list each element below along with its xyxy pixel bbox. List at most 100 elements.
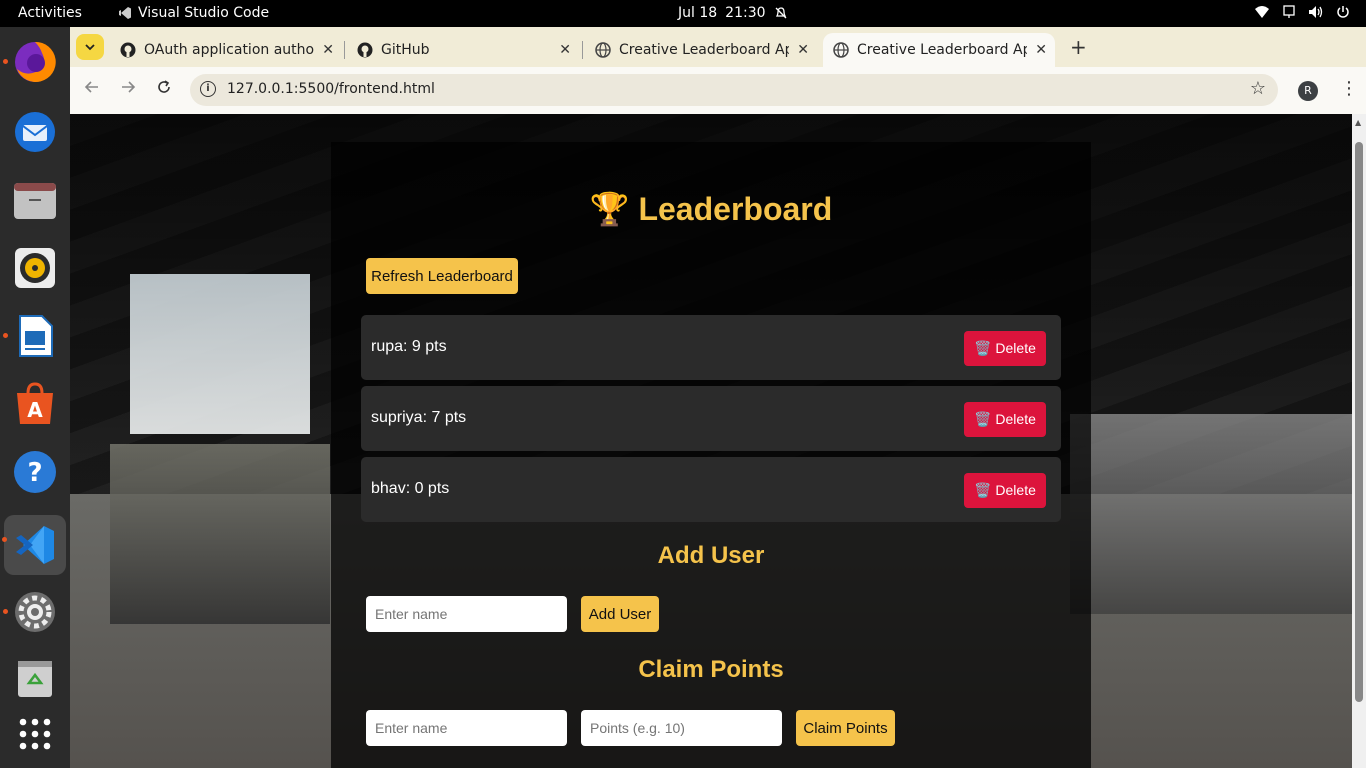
dock-help[interactable]: ? — [10, 447, 60, 497]
reload-button[interactable] — [156, 79, 172, 100]
running-indicator — [3, 59, 8, 64]
page-scrollbar[interactable]: ▲ — [1352, 114, 1366, 768]
close-tab-icon[interactable]: ✕ — [797, 42, 809, 58]
tab-oauth[interactable]: OAuth application autho ✕ — [110, 33, 342, 67]
firefox-icon — [15, 41, 56, 82]
browser-tab-bar: OAuth application autho ✕ GitHub ✕ Creat… — [70, 27, 1366, 67]
activities-button[interactable]: Activities — [18, 5, 82, 21]
claim-name-input[interactable] — [366, 710, 567, 746]
app-grid-icon — [19, 718, 51, 750]
add-user-button[interactable]: Add User — [581, 596, 659, 632]
power-icon — [1337, 6, 1349, 18]
globe-icon — [833, 42, 849, 58]
running-indicator — [3, 609, 8, 614]
forward-button[interactable] — [120, 79, 136, 100]
dock-firefox[interactable] — [3, 37, 60, 87]
site-info-icon[interactable]: i — [200, 81, 216, 97]
tab-title: OAuth application autho — [144, 42, 315, 58]
tab-title: GitHub — [381, 42, 430, 58]
dock-ubuntu-software[interactable]: A — [10, 379, 60, 429]
tab-leaderboard-active[interactable]: Creative Leaderboard Ap ✕ — [823, 33, 1055, 67]
delete-button[interactable]: 🗑️ Delete — [964, 473, 1046, 508]
claim-points-heading: Claim Points — [638, 656, 784, 683]
browser-menu-icon[interactable]: ⋮ — [1340, 78, 1358, 99]
svg-text:A: A — [27, 398, 43, 422]
volume-icon — [1309, 6, 1323, 18]
trash-icon — [18, 661, 52, 697]
thunderbird-icon — [15, 112, 55, 152]
github-icon — [357, 42, 373, 58]
leaderboard-row: rupa: 9 pts 🗑️ Delete — [361, 315, 1061, 380]
dock-trash[interactable] — [10, 653, 60, 703]
delete-button[interactable]: 🗑️ Delete — [964, 331, 1046, 366]
profile-avatar[interactable]: R — [1298, 81, 1318, 101]
claim-points-input[interactable] — [581, 710, 782, 746]
refresh-leaderboard-button[interactable]: Refresh Leaderboard — [366, 258, 518, 294]
vscode-small-icon — [119, 7, 131, 19]
tab-separator — [582, 41, 583, 59]
leaderboard-row: supriya: 7 pts 🗑️ Delete — [361, 386, 1061, 451]
entry-label: supriya: 7 pts — [371, 409, 467, 426]
svg-text:?: ? — [27, 458, 42, 488]
browser-toolbar: i 127.0.0.1:5500/frontend.html ☆ R ⋮ — [70, 67, 1366, 114]
dock-vscode[interactable] — [2, 515, 66, 575]
tab-title: Creative Leaderboard Ap — [857, 42, 1027, 58]
dock-show-applications[interactable] — [10, 709, 60, 759]
background-photo-window — [130, 274, 310, 434]
dock-rhythmbox[interactable] — [10, 243, 60, 293]
dock-settings[interactable] — [3, 587, 60, 637]
address-bar[interactable]: i 127.0.0.1:5500/frontend.html ☆ — [190, 74, 1278, 106]
entry-label: rupa: 9 pts — [371, 338, 447, 355]
page-viewport: 🏆 Leaderboard Refresh Leaderboard rupa: … — [70, 114, 1366, 768]
settings-gear-icon — [15, 592, 55, 632]
new-tab-button[interactable]: + — [1070, 35, 1087, 59]
arrow-left-icon — [84, 81, 98, 93]
reload-icon — [158, 80, 170, 93]
running-indicator — [2, 537, 7, 542]
delete-button[interactable]: 🗑️ Delete — [964, 402, 1046, 437]
github-icon — [120, 42, 136, 58]
clock-time: 21:30 — [725, 5, 766, 21]
system-tray[interactable] — [1254, 5, 1350, 19]
software-store-icon: A — [17, 382, 53, 424]
clock-date: Jul 18 — [678, 5, 718, 21]
bookmark-star-icon[interactable]: ☆ — [1250, 78, 1266, 99]
dock-writer[interactable] — [3, 311, 60, 361]
close-tab-icon[interactable]: ✕ — [322, 42, 334, 58]
help-icon: ? — [14, 451, 56, 493]
add-user-heading: Add User — [657, 542, 765, 569]
notifications-muted-icon — [775, 7, 786, 19]
system-top-bar: Activities Visual Studio Code Jul 18 21:… — [0, 0, 1366, 27]
tab-github[interactable]: GitHub ✕ — [347, 33, 579, 67]
dock: A ? — [0, 27, 70, 768]
tab-leaderboard-1[interactable]: Creative Leaderboard Ap ✕ — [585, 33, 817, 67]
background-photo-desks-right — [1070, 414, 1360, 614]
running-indicator — [3, 333, 8, 338]
close-tab-icon[interactable]: ✕ — [1035, 42, 1047, 58]
dock-files[interactable] — [10, 175, 60, 225]
tab-title: Creative Leaderboard Ap — [619, 42, 789, 58]
arrow-right-icon — [122, 81, 136, 93]
tab-separator — [344, 41, 345, 59]
vscode-icon — [16, 526, 54, 564]
wifi-icon — [1255, 6, 1269, 18]
dock-thunderbird[interactable] — [10, 107, 60, 157]
claim-points-button[interactable]: Claim Points — [796, 710, 895, 746]
back-button[interactable] — [84, 79, 100, 100]
scrollbar-thumb[interactable] — [1355, 142, 1363, 702]
page-title: 🏆 Leaderboard — [589, 191, 833, 227]
writer-icon — [19, 315, 53, 357]
clock[interactable]: Jul 18 21:30 — [678, 5, 788, 21]
app-menu[interactable]: Visual Studio Code — [118, 5, 269, 21]
scroll-up-arrow-icon[interactable]: ▲ — [1355, 118, 1361, 127]
leaderboard-panel: 🏆 Leaderboard Refresh Leaderboard rupa: … — [331, 142, 1091, 768]
globe-icon — [595, 42, 611, 58]
chevron-down-icon — [85, 44, 95, 51]
add-user-name-input[interactable] — [366, 596, 567, 632]
network-icon — [1283, 5, 1295, 18]
url-text[interactable]: 127.0.0.1:5500/frontend.html — [227, 81, 435, 97]
files-icon — [14, 183, 56, 219]
close-tab-icon[interactable]: ✕ — [559, 42, 571, 58]
leaderboard-row: bhav: 0 pts 🗑️ Delete — [361, 457, 1061, 522]
tab-search-button[interactable] — [76, 34, 104, 60]
